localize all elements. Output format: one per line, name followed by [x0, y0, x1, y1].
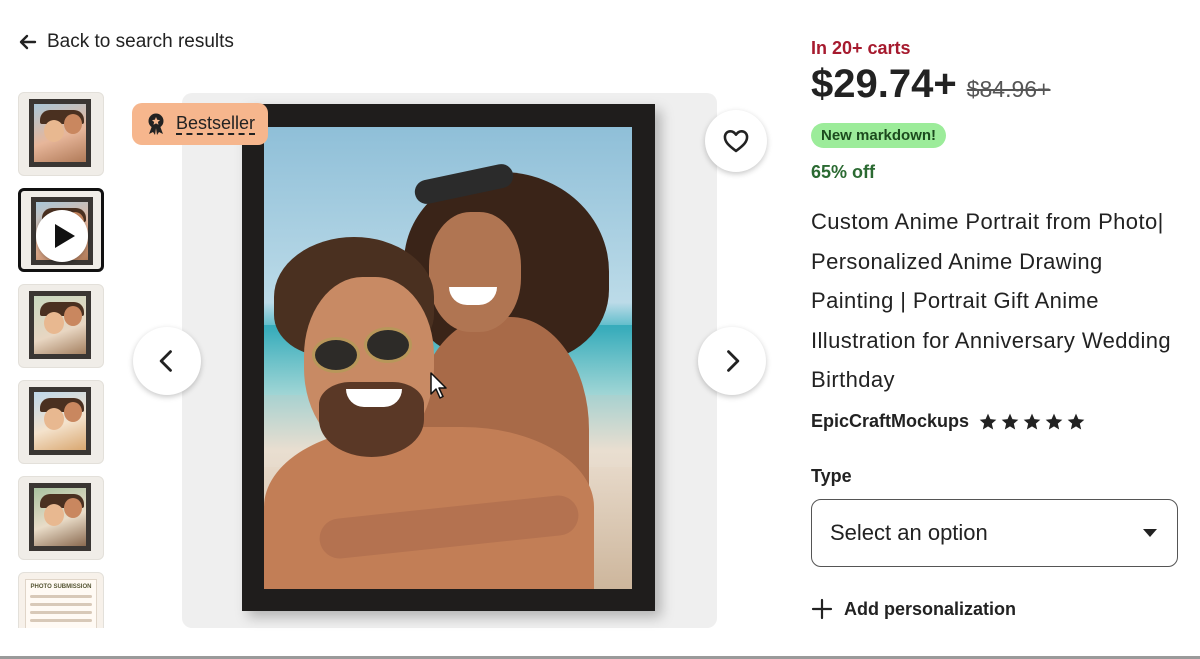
award-ribbon-icon — [148, 113, 164, 135]
mouse-cursor-icon — [430, 372, 447, 399]
back-link-label: Back to search results — [47, 31, 234, 52]
star-icon — [1023, 413, 1041, 429]
star-icon — [1045, 413, 1063, 429]
favorite-button[interactable] — [705, 110, 767, 172]
thumbnail-list: PHOTO SUBMISSION — [18, 92, 106, 628]
thumbnail-5[interactable] — [18, 476, 104, 560]
caret-down-icon — [1143, 529, 1157, 537]
thumbnail-6[interactable]: PHOTO SUBMISSION — [18, 572, 104, 628]
add-personalization-button[interactable]: Add personalization — [811, 598, 1016, 620]
chevron-left-icon — [159, 350, 172, 372]
product-title: Custom Anime Portrait from Photo| Person… — [811, 209, 1172, 392]
add-personalization-label: Add personalization — [844, 598, 1017, 619]
thumbnail-image — [29, 99, 91, 167]
previous-image-button[interactable] — [133, 327, 201, 395]
rating-stars[interactable] — [978, 412, 1086, 432]
markdown-badge: New markdown! — [811, 123, 947, 148]
plus-icon — [811, 598, 833, 620]
thumbnail-4[interactable] — [18, 380, 104, 464]
bestseller-label: Bestseller — [176, 113, 256, 135]
price-row: $29.74+ $84.96+ — [811, 62, 1050, 107]
thumbnail-doc-title: PHOTO SUBMISSION — [30, 584, 92, 590]
thumbnail-image — [29, 483, 91, 551]
thumbnail-3[interactable] — [18, 284, 104, 368]
thumbnail-1[interactable] — [18, 92, 104, 176]
product-photo — [264, 127, 632, 589]
arrow-left-icon — [19, 34, 37, 50]
shop-row: EpicCraftMockups — [811, 411, 1086, 432]
play-icon — [36, 210, 88, 262]
thumbnail-document: PHOTO SUBMISSION — [25, 579, 97, 628]
original-price: $84.96+ — [966, 76, 1051, 102]
current-price: $29.74+ — [811, 62, 957, 106]
type-select-value: Select an option — [830, 520, 988, 545]
next-image-button[interactable] — [698, 327, 766, 395]
star-icon — [1067, 413, 1085, 429]
star-icon — [1001, 413, 1019, 429]
thumbnail-video[interactable] — [18, 188, 104, 272]
type-label: Type — [811, 466, 852, 486]
in-carts-notice: In 20+ carts — [811, 38, 911, 58]
thumbnail-image — [29, 387, 91, 455]
shop-name-link[interactable]: EpicCraftMockups — [811, 411, 969, 432]
heart-icon — [723, 130, 749, 153]
thumbnail-image — [29, 291, 91, 359]
bestseller-badge[interactable]: Bestseller — [132, 103, 269, 145]
star-icon — [979, 413, 997, 429]
product-photo-frame — [242, 104, 655, 611]
type-select[interactable]: Select an option — [811, 499, 1178, 567]
discount-text: 65% off — [811, 162, 876, 182]
chevron-right-icon — [727, 350, 740, 372]
back-to-search-link[interactable]: Back to search results — [18, 31, 234, 53]
